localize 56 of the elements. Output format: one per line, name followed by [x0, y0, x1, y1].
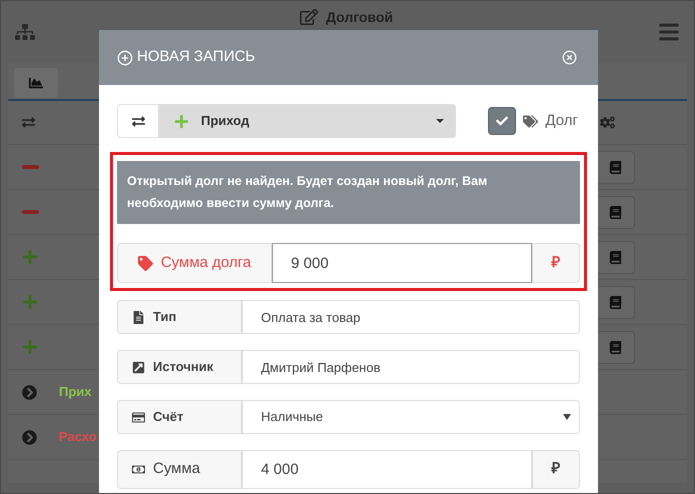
field-label-text: Источник: [153, 358, 214, 376]
app-title: Долговой: [326, 8, 394, 27]
minus-icon: [22, 165, 39, 169]
book-button[interactable]: [595, 196, 635, 228]
summary-label: Расхо: [59, 428, 97, 446]
debt-checkbox[interactable]: [488, 107, 516, 135]
book-icon: [608, 250, 622, 264]
field-icon: [132, 360, 145, 374]
text-field[interactable]: 4 000: [242, 450, 532, 489]
field-label-text: Сумма: [153, 459, 200, 480]
chevron-right-icon[interactable]: [22, 430, 37, 444]
account-select[interactable]: Наличные: [242, 400, 580, 434]
edit-icon: [300, 8, 318, 26]
plus-circle-icon: [117, 50, 133, 66]
field-label-text: Счёт: [153, 408, 184, 426]
swap-button[interactable]: [117, 104, 159, 138]
book-icon: [608, 160, 622, 174]
type-select[interactable]: Приход: [159, 104, 456, 138]
text-field[interactable]: Оплата за товар: [242, 300, 580, 334]
plus-icon: [22, 249, 38, 265]
settings-icon: [600, 115, 615, 130]
field-icon: [132, 310, 145, 324]
alert-message: Открытый долг не найден. Будет создан новый долг, Вам необходимо ввести сумму долга.: [117, 161, 580, 224]
currency-addon: ₽: [532, 450, 580, 489]
close-icon[interactable]: [562, 50, 577, 65]
currency-addon: ₽: [532, 243, 580, 283]
debt-amount-field[interactable]: 9 000: [272, 243, 532, 283]
field-label-text: Тип: [153, 308, 176, 326]
tags-icon: [523, 114, 538, 128]
plus-icon: [22, 339, 38, 355]
caret-icon: [436, 119, 444, 123]
field-icon: [132, 410, 145, 424]
plus-icon: [22, 294, 38, 310]
summary-label: Прих: [59, 383, 92, 402]
book-button[interactable]: [595, 330, 635, 364]
chart-tab[interactable]: [14, 68, 58, 98]
minus-icon: [22, 210, 39, 214]
check-icon: [496, 115, 508, 127]
debt-label: Долг: [545, 110, 578, 131]
chevron-right-icon[interactable]: [22, 384, 37, 400]
book-icon: [608, 206, 622, 218]
book-button[interactable]: [595, 150, 635, 184]
debt-amount-text: Сумма долга: [160, 252, 252, 273]
exchange-icon: [22, 116, 35, 129]
area-chart-icon: [29, 76, 43, 90]
modal-title: НОВАЯ ЗАПИСЬ: [137, 47, 256, 68]
dropdown-arrow-icon: [563, 414, 571, 420]
exchange-icon: [132, 114, 144, 128]
book-icon: [608, 340, 622, 354]
book-button[interactable]: [595, 240, 635, 274]
field-icon: [132, 463, 145, 476]
book-button[interactable]: [595, 286, 635, 318]
plus-icon: [174, 114, 189, 128]
tag-icon: [138, 256, 153, 270]
book-icon: [608, 296, 622, 308]
text-field[interactable]: Дмитрий Парфенов: [242, 350, 580, 384]
